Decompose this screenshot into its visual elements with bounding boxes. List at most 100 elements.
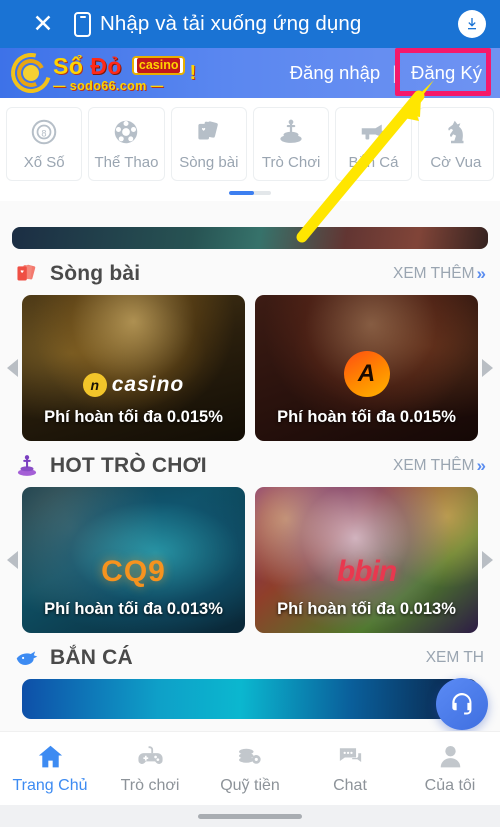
card-fee-label: Phí hoàn tối đa 0.015% bbox=[44, 408, 223, 426]
close-icon[interactable]: ✕ bbox=[28, 9, 58, 39]
nav-item-quy-tien[interactable]: Quỹ tiền bbox=[200, 742, 300, 795]
category-ban-ca[interactable]: Bắn Cá bbox=[335, 107, 412, 181]
nav-label: Quỹ tiền bbox=[220, 777, 280, 794]
header-auth-group: Đăng nhập | Đăng Ký bbox=[284, 48, 492, 96]
chess-knight-icon bbox=[448, 120, 464, 144]
card-brand: bbin bbox=[255, 555, 478, 589]
playing-cards-icon bbox=[17, 264, 36, 281]
card-brand-name: CQ9 bbox=[101, 555, 166, 588]
category-tro-choi[interactable]: Trò Chơi bbox=[252, 107, 330, 181]
nav-label: Trang Chủ bbox=[12, 777, 88, 794]
mobile-phone-icon bbox=[74, 11, 91, 37]
card-brand: n casino bbox=[22, 373, 245, 397]
home-indicator[interactable] bbox=[198, 813, 302, 819]
see-more-label: XEM THÊM bbox=[393, 265, 475, 282]
top-app-bar: ✕ Nhập và tải xuống ứng dụng bbox=[0, 0, 500, 48]
bottom-navigation: Trang Chủ Trò chơi Quỹ tiền Chat Của tôi bbox=[0, 731, 500, 805]
category-label: Sòng bài bbox=[179, 154, 239, 171]
banner-carousel-clipped[interactable] bbox=[12, 227, 488, 249]
prev-arrow-icon[interactable] bbox=[7, 551, 18, 569]
sodo66-logo[interactable]: Sổ Đỏ — sodo66.com — casino ! bbox=[3, 45, 197, 101]
category-label: Cờ Vua bbox=[430, 154, 482, 171]
lottery-ball-icon: 8 bbox=[31, 119, 57, 145]
register-wrap: Đăng Ký bbox=[395, 48, 492, 96]
app-root: ✕ Nhập và tải xuống ứng dụng Sổ Đỏ — sod… bbox=[0, 0, 500, 827]
card-fee-label: Phí hoàn tối đa 0.013% bbox=[44, 600, 223, 618]
site-header: Sổ Đỏ — sodo66.com — casino ! Đăng nhập … bbox=[0, 45, 500, 101]
logo-casino-badge-text: casino bbox=[136, 57, 181, 73]
card-brand: A bbox=[255, 351, 478, 397]
game-card[interactable]: A Phí hoàn tối đa 0.015% bbox=[255, 295, 478, 441]
nav-item-cua-toi[interactable]: Của tôi bbox=[400, 742, 500, 795]
prev-arrow-icon[interactable] bbox=[7, 359, 18, 377]
joystick-icon bbox=[280, 119, 302, 143]
game-card[interactable]: CQ9 Phí hoàn tối đa 0.013% bbox=[22, 487, 245, 633]
logo-word-do: Đỏ bbox=[90, 52, 122, 79]
game-card[interactable]: n casino Phí hoàn tối đa 0.015% bbox=[22, 295, 245, 441]
see-more-hot-tro-choi[interactable]: XEM THÊM » bbox=[393, 456, 486, 476]
logo-domain: — sodo66.com — bbox=[53, 78, 164, 93]
game-card[interactable] bbox=[22, 679, 478, 719]
card-fee-label: Phí hoàn tối đa 0.015% bbox=[277, 408, 456, 426]
section-title: HOT TRÒ CHƠI bbox=[50, 454, 207, 477]
download-icon[interactable] bbox=[458, 10, 486, 38]
fish-gun-icon bbox=[362, 124, 385, 140]
game-card[interactable]: bbin Phí hoàn tối đa 0.013% bbox=[255, 487, 478, 633]
logo-casino-badge: casino bbox=[131, 55, 186, 75]
section-title: Sòng bài bbox=[50, 262, 141, 285]
next-arrow-icon[interactable] bbox=[482, 551, 493, 569]
category-xo-so[interactable]: 8 Xố Số bbox=[6, 107, 83, 181]
logo-text: Sổ Đỏ — sodo66.com — casino bbox=[53, 52, 186, 93]
see-more-label: XEM THÊM bbox=[393, 457, 475, 474]
carousel-ban-ca[interactable] bbox=[0, 679, 500, 719]
register-button[interactable]: Đăng Ký bbox=[403, 60, 490, 86]
card-fee-label: Phí hoàn tối đa 0.013% bbox=[277, 600, 456, 618]
category-pager[interactable] bbox=[0, 185, 500, 201]
gamepad-icon bbox=[137, 746, 163, 764]
category-label: Bắn Cá bbox=[348, 154, 399, 171]
content-scroll-area[interactable]: Sòng bài XEM THÊM » n casino Phí hoàn tố… bbox=[0, 224, 500, 753]
user-icon bbox=[440, 745, 460, 768]
home-icon bbox=[38, 745, 62, 768]
svg-text:8: 8 bbox=[42, 128, 47, 138]
category-song-bai[interactable]: Sòng bài bbox=[170, 107, 247, 181]
card-brand-name: bbin bbox=[336, 555, 397, 588]
headset-support-icon bbox=[452, 693, 472, 715]
fish-icon bbox=[16, 651, 38, 665]
see-more-ban-ca[interactable]: XEM TH bbox=[426, 649, 486, 667]
carousel-song-bai[interactable]: n casino Phí hoàn tối đa 0.015% A Phí ho… bbox=[0, 295, 500, 441]
card-brand-name: casino bbox=[111, 373, 185, 396]
chevron-right-icon: » bbox=[476, 456, 486, 475]
category-strip: 8 Xố Số Thể Thao Sòng bài Trò Chơi Bắn C… bbox=[0, 98, 500, 185]
pager-thumb bbox=[229, 191, 255, 195]
carousel-hot-tro-choi[interactable]: CQ9 Phí hoàn tối đa 0.013% bbin Phí hoàn… bbox=[0, 487, 500, 633]
nav-label: Chat bbox=[333, 777, 367, 794]
see-more-song-bai[interactable]: XEM THÊM » bbox=[393, 264, 486, 284]
auth-divider: | bbox=[392, 62, 398, 83]
category-co-vua[interactable]: Cờ Vua bbox=[417, 107, 494, 181]
card-brand-mark: A bbox=[343, 351, 390, 397]
category-the-thao[interactable]: Thể Thao bbox=[88, 107, 165, 181]
nav-item-chat[interactable]: Chat bbox=[300, 742, 400, 795]
logo-word-so: Sổ bbox=[53, 52, 91, 79]
pager-track bbox=[229, 191, 271, 195]
system-home-indicator-zone bbox=[0, 805, 500, 827]
login-button[interactable]: Đăng nhập bbox=[284, 60, 387, 86]
coins-gear-icon bbox=[238, 748, 261, 764]
logo-swirl-icon bbox=[3, 45, 59, 101]
card-brand-mark: n bbox=[82, 373, 107, 397]
chevron-right-icon: » bbox=[476, 264, 486, 283]
section-header-hot-tro-choi: HOT TRÒ CHƠI XEM THÊM » bbox=[0, 441, 500, 487]
see-more-label: XEM TH bbox=[425, 649, 484, 666]
nav-label: Của tôi bbox=[424, 777, 476, 794]
joystick-icon bbox=[17, 455, 37, 476]
logo-exclamation: ! bbox=[189, 61, 197, 84]
nav-item-trang-chu[interactable]: Trang Chủ bbox=[0, 742, 100, 795]
category-label: Trò Chơi bbox=[261, 154, 321, 171]
nav-item-tro-choi[interactable]: Trò chơi bbox=[100, 742, 200, 795]
support-chat-fab[interactable] bbox=[436, 678, 488, 730]
section-header-ban-ca: BẮN CÁ XEM TH bbox=[0, 633, 500, 679]
page-title: Nhập và tải xuống ứng dụng bbox=[100, 12, 362, 35]
card-brand: CQ9 bbox=[22, 555, 245, 589]
next-arrow-icon[interactable] bbox=[482, 359, 493, 377]
